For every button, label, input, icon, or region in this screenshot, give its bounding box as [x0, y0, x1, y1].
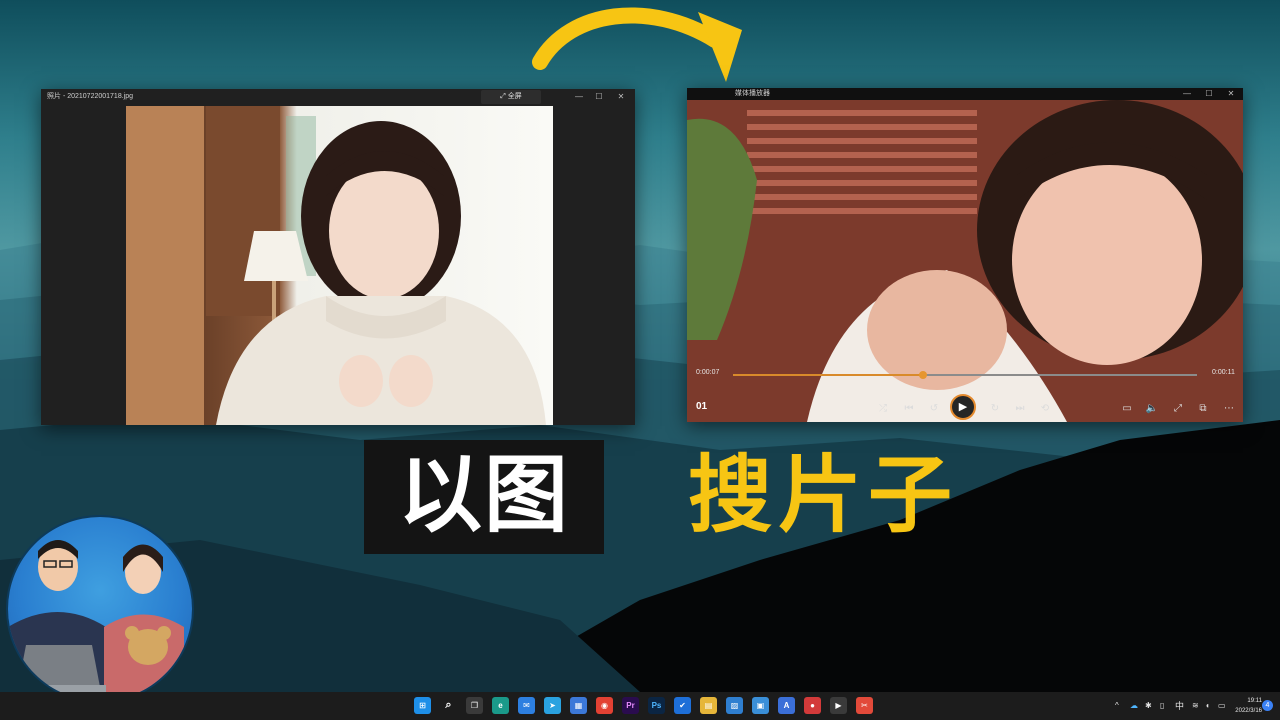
minimize-button[interactable]: — [1177, 88, 1197, 100]
total-duration: 0:00:11 [1212, 369, 1235, 376]
hosts-avatar [8, 517, 192, 701]
more-options-icon[interactable]: ⋯ [1222, 402, 1236, 416]
mail-icon[interactable]: ✉ [518, 697, 535, 714]
clock-date: 2022/3/16 [1235, 708, 1262, 714]
headline-yellow: 搜片子 [688, 446, 959, 544]
displayed-photo [126, 106, 553, 425]
search-icon[interactable]: ⌕ [440, 697, 457, 714]
seek-bar-row: 0:00:07 0:00:11 [687, 368, 1243, 382]
photo-viewer-title: 照片 - 20210722001718.jpg [47, 93, 134, 100]
shuffle-icon[interactable]: ⤮ [876, 402, 890, 416]
hosts-illustration [8, 540, 184, 701]
media-player-titlebar[interactable]: 媒体播放器 — ☐ ✕ [687, 88, 1243, 100]
curved-arrow-icon [532, 7, 742, 82]
photo-content [126, 106, 546, 425]
maximize-button[interactable]: ☐ [589, 89, 609, 105]
repeat-icon[interactable]: ⟲ [1038, 402, 1052, 416]
previous-icon[interactable]: ⏮ [902, 402, 916, 416]
close-button[interactable]: ✕ [1221, 88, 1241, 100]
task-view-icon[interactable]: ❐ [466, 697, 483, 714]
image-editor-icon[interactable]: ▣ [752, 697, 769, 714]
ime-indicator[interactable]: 中 [1175, 692, 1184, 720]
media-player-window[interactable]: 0:00:07 0:00:11 01 ⤮ ⏮ ↺ ▶ ↻ ⏭ ⟲ ▭ 🔈 ⤢ ⧉… [687, 88, 1243, 422]
snipping-icon[interactable]: ✂ [856, 697, 873, 714]
store-icon[interactable]: ▦ [570, 697, 587, 714]
cast-icon[interactable]: ▭ [1120, 402, 1134, 416]
forward-30-icon[interactable]: ↻ [988, 402, 1002, 416]
fullscreen-icon[interactable]: ⤢ [1171, 402, 1185, 416]
battery-icon[interactable]: ▭ [1218, 692, 1226, 720]
photo-viewer-titlebar[interactable]: 照片 - 20210722001718.jpg ⤢ 全屏 — ☐ ✕ [41, 89, 635, 105]
app-a-icon[interactable]: A [778, 697, 795, 714]
record-icon[interactable]: ● [804, 697, 821, 714]
rewind-10-icon[interactable]: ↺ [927, 402, 941, 416]
tray-chevron-icon[interactable]: ^ [1115, 692, 1119, 720]
close-button[interactable]: ✕ [611, 89, 631, 105]
track-number: 01 [696, 401, 708, 412]
clock[interactable]: 19:11 2022/3/16 [1232, 696, 1262, 716]
start-icon[interactable]: ⊞ [414, 697, 431, 714]
minimize-button[interactable]: — [569, 89, 589, 105]
media-player-title: 媒体播放器 [735, 90, 770, 97]
seek-bar[interactable] [733, 371, 1197, 379]
mini-player-icon[interactable]: ⧉ [1196, 402, 1210, 416]
video-frame[interactable]: 0:00:07 0:00:11 01 ⤮ ⏮ ↺ ▶ ↻ ⏭ ⟲ ▭ 🔈 ⤢ ⧉… [687, 100, 1243, 422]
fullscreen-label: 全屏 [507, 93, 522, 100]
maximize-button[interactable]: ☐ [1199, 88, 1219, 100]
next-icon[interactable]: ⏭ [1013, 402, 1027, 416]
notification-badge[interactable]: 4 [1262, 700, 1273, 711]
taskbar: ⊞ ⌕ ❐ e ✉ ➤ ▦ ◉ Pr Ps ✔ ▤ ▨ ▣ A ● ▶ ✂ ^ … [0, 692, 1280, 720]
playback-controls: 01 ⤮ ⏮ ↺ ▶ ↻ ⏭ ⟲ ▭ 🔈 ⤢ ⧉ ⋯ [687, 394, 1243, 422]
telegram-icon[interactable]: ➤ [544, 697, 561, 714]
expand-icon: ⤢ [500, 93, 506, 100]
play-button[interactable]: ▶ [950, 394, 976, 420]
todo-icon[interactable]: ✔ [674, 697, 691, 714]
chrome-icon[interactable]: ◉ [596, 697, 613, 714]
file-explorer-icon[interactable]: ▤ [700, 697, 717, 714]
elapsed-time: 0:00:07 [696, 369, 720, 376]
onedrive-icon[interactable]: ☁ [1130, 692, 1138, 720]
fullscreen-button[interactable]: ⤢ 全屏 [481, 90, 541, 104]
photoshop-icon[interactable]: Ps [648, 697, 665, 714]
wifi-icon[interactable]: ≋ [1192, 692, 1199, 720]
bluetooth-icon[interactable]: ✱ [1145, 692, 1152, 720]
photo-viewer-window[interactable]: 照片 - 20210722001718.jpg ⤢ 全屏 — ☐ ✕ [41, 89, 635, 425]
headline-white: 以图 [364, 440, 604, 554]
clock-time: 19:11 [1247, 698, 1262, 704]
seek-progress [733, 374, 924, 376]
seek-handle[interactable] [919, 371, 928, 379]
volume-tray-icon[interactable]: ◖ [1205, 692, 1210, 720]
usb-icon[interactable]: ▯ [1160, 692, 1164, 720]
media-player-icon[interactable]: ▶ [830, 697, 847, 714]
premiere-icon[interactable]: Pr [622, 697, 639, 714]
edge-icon[interactable]: e [492, 697, 509, 714]
volume-icon[interactable]: 🔈 [1145, 402, 1159, 416]
photos-icon[interactable]: ▨ [726, 697, 743, 714]
